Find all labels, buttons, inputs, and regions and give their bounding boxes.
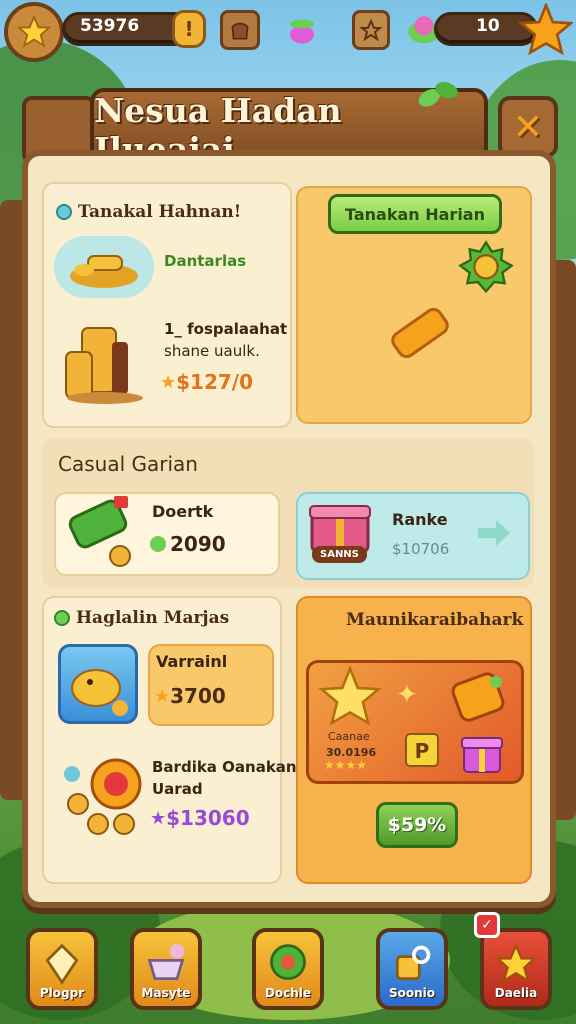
special-offer-title: Maunikaraibahark	[346, 610, 524, 630]
energy-count: 10	[476, 16, 500, 36]
casual-item1-name: Doertk	[152, 502, 214, 521]
nav-soonio[interactable]: Soonio	[376, 928, 448, 1010]
casual-item2-badge: SANNS	[312, 546, 367, 563]
casual-item2-name: Ranke	[392, 510, 448, 529]
map-icon[interactable]	[352, 10, 390, 50]
potion-icon[interactable]	[282, 10, 322, 50]
nav-masyte[interactable]: Masyte	[130, 928, 202, 1010]
top-bar: 53976 ! 10	[0, 0, 576, 62]
pet-price: 3700	[170, 684, 226, 708]
check-mark-icon	[384, 302, 454, 372]
nav-plogpr[interactable]: Plogpr	[26, 928, 98, 1010]
cash-bag-icon	[64, 494, 138, 576]
coin-bundle-price-row[interactable]: ★ $13060	[150, 806, 250, 830]
pet-name: Varrainl	[156, 652, 228, 671]
coin-add-icon[interactable]: !	[172, 10, 206, 48]
daily-item1-label: Dantarlas	[164, 252, 247, 270]
magnifier-icon	[390, 942, 434, 989]
special-offer-buy-button[interactable]: $59%	[376, 802, 458, 848]
notification-badge: ✓	[474, 912, 500, 938]
coin-bundle-title-2: Uarad	[152, 780, 203, 798]
rating-stars: ★★★★	[324, 758, 368, 772]
ticket-icon: P	[400, 728, 444, 776]
pet-price-row: ★ 3700	[154, 684, 226, 708]
nav-dochle[interactable]: Dochle	[252, 928, 324, 1010]
pet-creature-icon	[64, 650, 132, 722]
daily-item2-label-2: shane uaulk.	[164, 342, 260, 360]
daily-item2-label-1: 1_ fospalaahat	[164, 320, 288, 338]
daily-item2-price: $127/0	[176, 370, 254, 394]
coin-bundle-price: $13060	[166, 806, 250, 830]
small-star-icon: ★	[150, 807, 167, 829]
coin-stack-icon	[60, 318, 150, 408]
daily-claim-button[interactable]: Tanakan Harian	[328, 194, 502, 234]
casual-item2-price: $10706	[392, 540, 450, 558]
small-star-icon: ★	[154, 685, 171, 707]
svg-text:P: P	[415, 739, 430, 763]
bag-icon[interactable]	[220, 10, 260, 50]
bundles-title-row: Haglalin Marjas	[54, 608, 229, 628]
bowl-icon	[144, 942, 188, 989]
gift-box-icon	[458, 730, 506, 780]
coin-count: 53976	[80, 16, 140, 36]
coin-bundle-title-1: Bardika Oanakan	[152, 758, 297, 776]
sparkle-icon: ✦	[396, 680, 418, 710]
casual-title: Casual Garian	[58, 452, 198, 476]
daily-title-row: Tanakal Hahnan!	[56, 202, 241, 222]
daily-item2-price-row[interactable]: ★ $127/0	[160, 370, 253, 394]
gem-icon	[150, 536, 166, 552]
casual-item1-price-row: 2090	[150, 532, 226, 556]
small-star-icon: ★	[160, 371, 177, 393]
big-star-icon	[318, 665, 382, 732]
star-trophy-icon	[494, 942, 538, 989]
check-dot-icon	[54, 610, 70, 626]
nav-daelia[interactable]: Daelia	[480, 928, 552, 1010]
map-pin-icon	[40, 942, 84, 989]
tag-icon	[448, 670, 510, 730]
close-button[interactable]: ✕	[498, 96, 558, 158]
leaf-decoration-icon	[414, 74, 460, 118]
badge-coin-icon	[458, 240, 514, 300]
gold-pile-icon	[54, 236, 154, 298]
special-card-label: Caanae	[328, 730, 370, 743]
daily-title: Tanakal Hahnan!	[78, 202, 242, 222]
chat-bubble-icon	[266, 942, 310, 989]
coin-bundle-icon	[60, 754, 146, 844]
bundles-title: Haglalin Marjas	[76, 608, 230, 628]
energy-star-icon[interactable]	[518, 2, 574, 58]
arrow-right-icon	[474, 516, 514, 554]
profile-star-icon[interactable]	[4, 2, 64, 62]
info-dot-icon	[56, 204, 72, 220]
casual-item1-price: 2090	[170, 532, 226, 556]
